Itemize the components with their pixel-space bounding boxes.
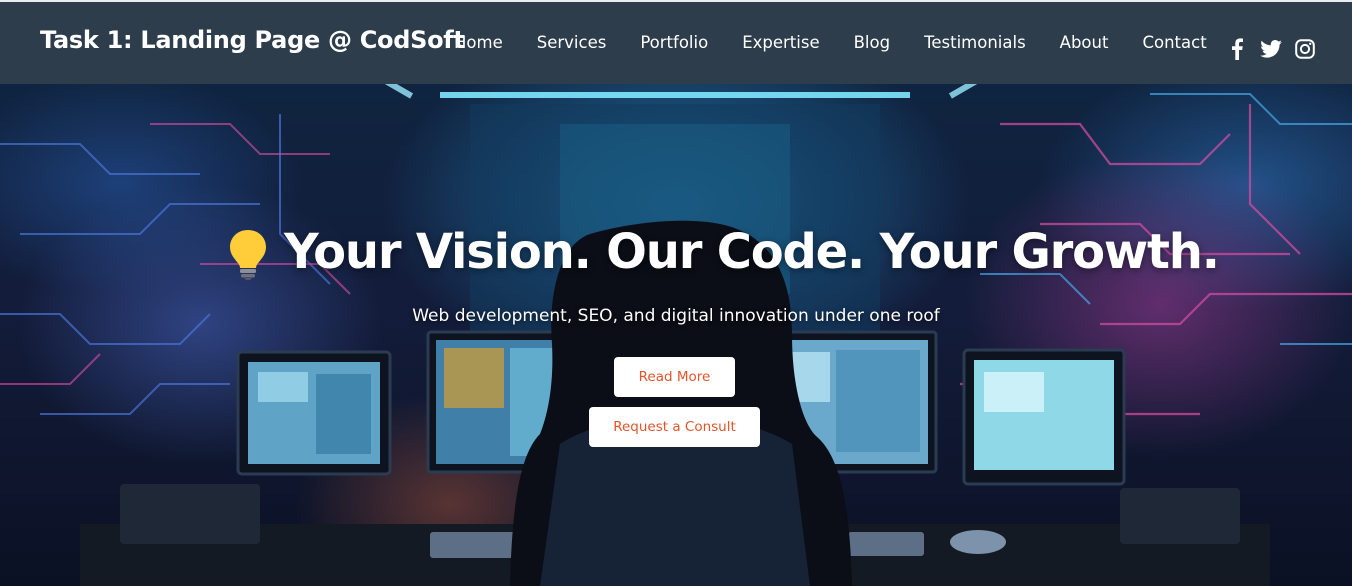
nav-links: Home Services Portfolio Expertise Blog T… — [454, 33, 1207, 52]
lightbulb-icon — [230, 230, 266, 280]
facebook-icon[interactable] — [1226, 38, 1248, 60]
nav-link-portfolio[interactable]: Portfolio — [640, 33, 708, 52]
request-consult-button[interactable]: Request a Consult — [589, 407, 760, 447]
hero-subheadline: Web development, SEO, and digital innova… — [412, 306, 940, 326]
hero-section: Your Vision. Our Code. Your Growth. Web … — [0, 84, 1352, 586]
social-links — [1226, 38, 1316, 60]
read-more-button[interactable]: Read More — [614, 357, 735, 397]
nav-link-services[interactable]: Services — [537, 33, 607, 52]
site-brand[interactable]: Task 1: Landing Page @ CodSoft — [40, 26, 465, 54]
landing-page: Task 1: Landing Page @ CodSoft Home Serv… — [0, 0, 1352, 586]
instagram-icon[interactable] — [1294, 38, 1316, 60]
nav-link-testimonials[interactable]: Testimonials — [924, 33, 1026, 52]
twitter-icon[interactable] — [1260, 38, 1282, 60]
hero-content: Your Vision. Our Code. Your Growth. Web … — [0, 84, 1352, 586]
nav-link-about[interactable]: About — [1060, 33, 1109, 52]
navbar: Task 1: Landing Page @ CodSoft Home Serv… — [0, 0, 1352, 84]
nav-link-expertise[interactable]: Expertise — [742, 33, 819, 52]
nav-link-home[interactable]: Home — [454, 33, 503, 52]
hero-headline: Your Vision. Our Code. Your Growth. — [284, 224, 1220, 280]
nav-link-contact[interactable]: Contact — [1142, 33, 1206, 52]
nav-link-blog[interactable]: Blog — [854, 33, 890, 52]
headline-row: Your Vision. Our Code. Your Growth. — [228, 224, 1220, 280]
